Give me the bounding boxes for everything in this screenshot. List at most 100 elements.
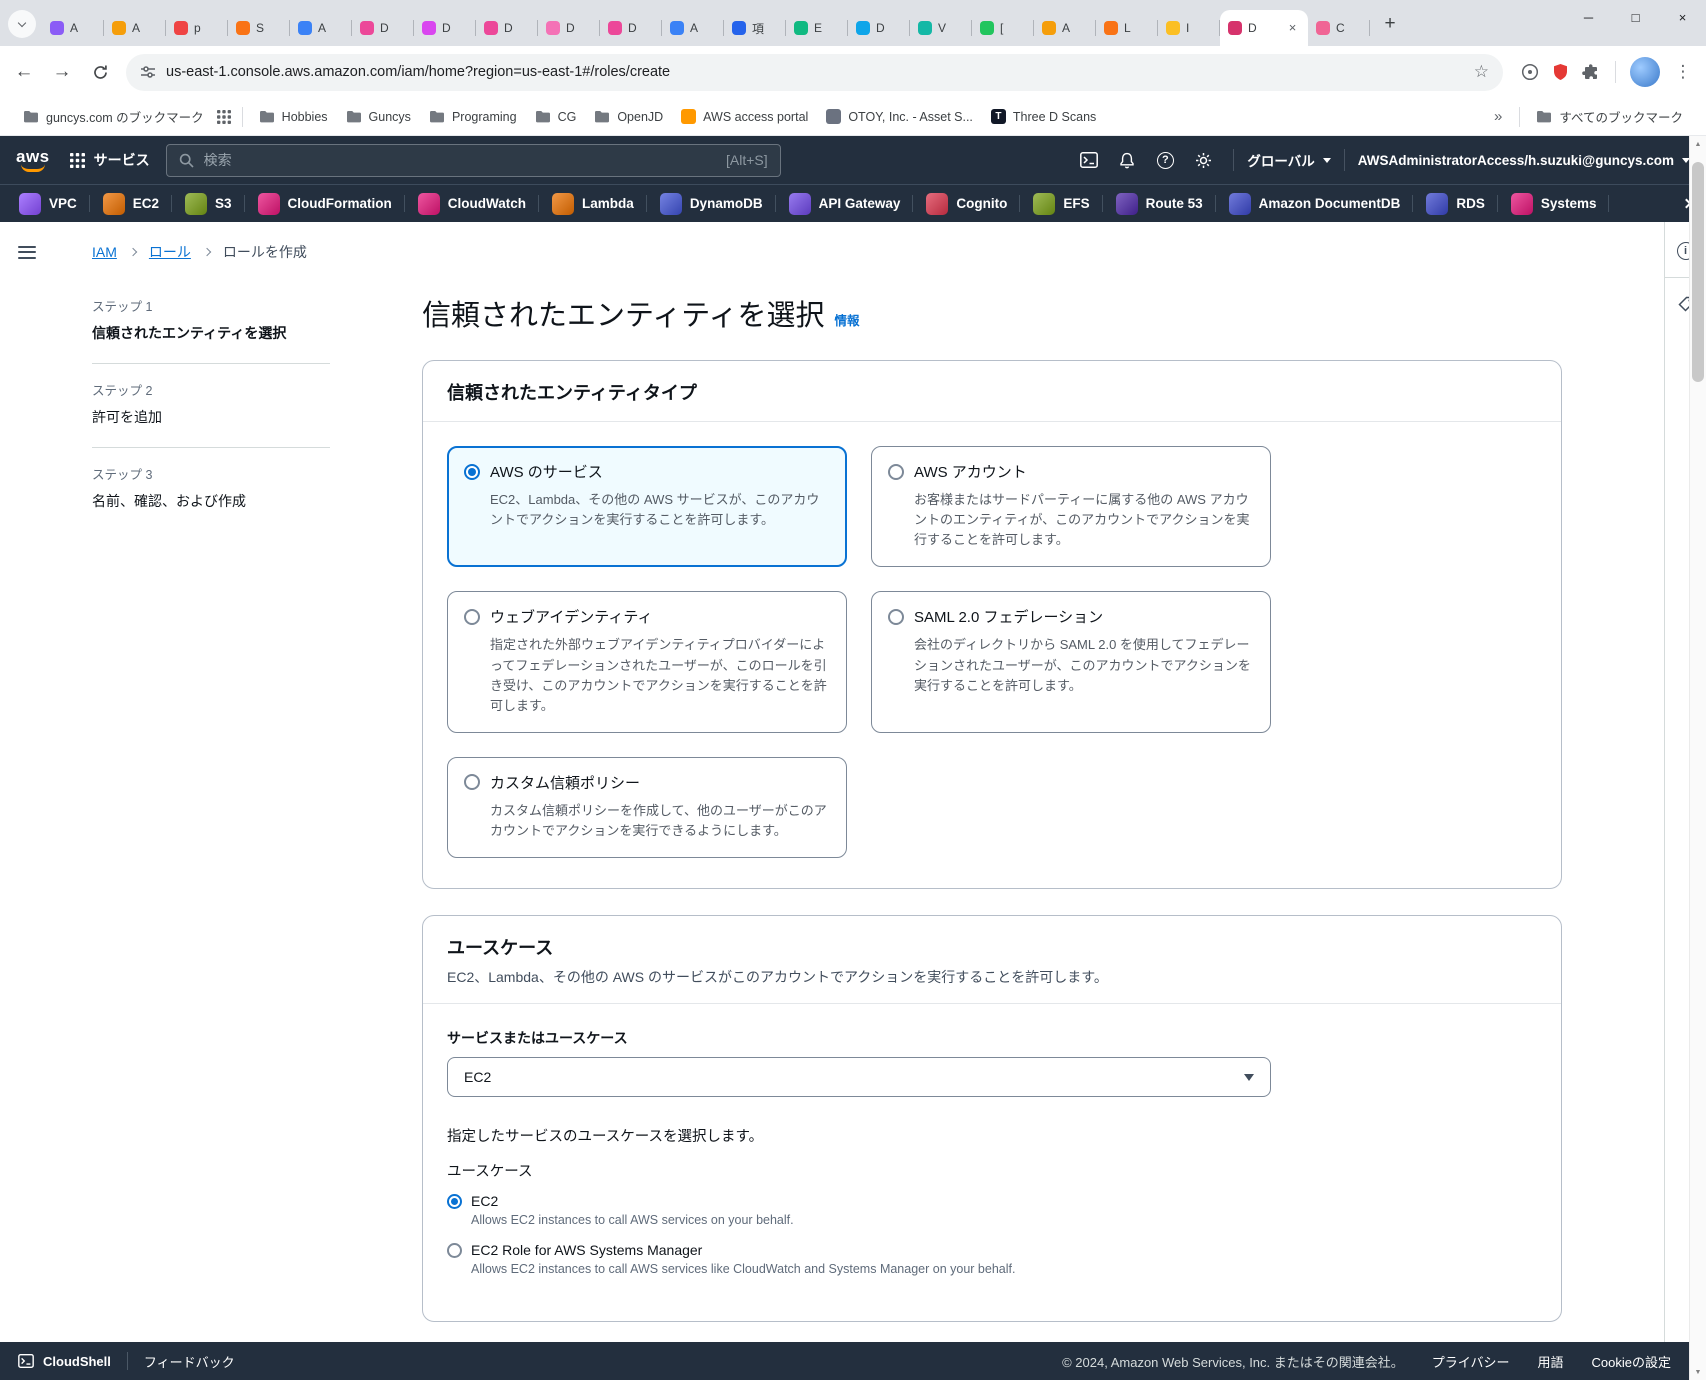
browser-tab[interactable]: L × xyxy=(1096,10,1158,46)
reload-button[interactable] xyxy=(82,54,118,90)
trusted-entity-option[interactable]: SAML 2.0 フェデレーション 会社のディレクトリから SAML 2.0 を… xyxy=(871,591,1271,733)
window-close-button[interactable]: × xyxy=(1659,0,1706,34)
region-selector[interactable]: グローバル xyxy=(1247,150,1331,170)
use-case-option[interactable]: EC2 Allows EC2 instances to call AWS ser… xyxy=(447,1193,1537,1227)
browser-tab[interactable]: D × xyxy=(1220,10,1308,46)
browser-tab[interactable]: D × xyxy=(414,10,476,46)
password-manager-icon[interactable] xyxy=(1521,63,1539,81)
radio-button[interactable] xyxy=(464,608,480,625)
bookmark-item[interactable]: OTOY, Inc. - Asset S... xyxy=(817,105,982,128)
browser-tab[interactable]: D × xyxy=(600,10,662,46)
service-shortcut[interactable]: API Gateway xyxy=(776,185,914,222)
step-1-item[interactable]: ステップ 1 信頼されたエンティティを選択 xyxy=(92,292,330,363)
browser-tab[interactable]: A × xyxy=(1034,10,1096,46)
service-shortcut[interactable]: DynamoDB xyxy=(647,185,776,222)
service-shortcut[interactable]: Amazon DocumentDB xyxy=(1216,185,1414,222)
service-shortcut[interactable]: CloudWatch xyxy=(405,185,540,222)
adblock-icon[interactable] xyxy=(1552,63,1569,81)
bookmark-item[interactable]: CG xyxy=(526,106,586,128)
bookmarks-overflow-icon[interactable]: » xyxy=(1484,108,1512,125)
browser-tab[interactable]: D × xyxy=(538,10,600,46)
sidebar-toggle-button[interactable] xyxy=(18,245,36,259)
notifications-bell-icon[interactable] xyxy=(1110,143,1144,177)
back-button[interactable]: ← xyxy=(6,54,42,90)
browser-tab[interactable]: I × xyxy=(1158,10,1220,46)
use-case-option[interactable]: EC2 Role for AWS Systems Manager Allows … xyxy=(447,1242,1537,1276)
bookmark-item[interactable]: Guncys xyxy=(337,106,420,128)
bookmark-item[interactable]: AWS access portal xyxy=(672,105,817,128)
account-menu[interactable]: AWSAdministratorAccess/h.suzuki@guncys.c… xyxy=(1358,153,1690,168)
site-settings-icon[interactable] xyxy=(140,64,156,80)
help-icon[interactable]: ? xyxy=(1148,143,1182,177)
all-bookmarks-button[interactable]: すべてのブックマーク xyxy=(1527,103,1692,130)
radio-button[interactable] xyxy=(447,1193,462,1209)
step-2-item[interactable]: ステップ 2 許可を追加 xyxy=(92,363,330,447)
address-bar[interactable]: us-east-1.console.aws.amazon.com/iam/hom… xyxy=(126,53,1503,91)
radio-button[interactable] xyxy=(888,608,904,625)
info-link[interactable]: 情報 xyxy=(835,310,860,329)
browser-tab[interactable]: A × xyxy=(104,10,166,46)
service-shortcut[interactable]: EFS xyxy=(1020,185,1103,222)
browser-tab[interactable]: D × xyxy=(476,10,538,46)
forward-button[interactable]: → xyxy=(44,54,80,90)
page-scrollbar[interactable]: ▲ ▼ xyxy=(1689,136,1706,1380)
bookmark-item[interactable]: OpenJD xyxy=(585,106,672,128)
window-minimize-button[interactable]: ─ xyxy=(1565,0,1612,34)
new-tab-button[interactable]: + xyxy=(1376,10,1404,38)
browser-tab[interactable]: C × xyxy=(1308,10,1370,46)
browser-menu-icon[interactable]: ⋮ xyxy=(1670,62,1696,82)
service-shortcut[interactable]: EC2 xyxy=(90,185,173,222)
feedback-link[interactable]: フィードバック xyxy=(144,1352,235,1371)
browser-tab[interactable]: S × xyxy=(228,10,290,46)
browser-tab[interactable]: V × xyxy=(910,10,972,46)
trusted-entity-option[interactable]: カスタム信頼ポリシー カスタム信頼ポリシーを作成して、他のユーザーがこのアカウン… xyxy=(447,756,847,859)
bookmark-item[interactable]: T Three D Scans xyxy=(982,105,1105,128)
browser-tab[interactable]: [ × xyxy=(972,10,1034,46)
console-search-input[interactable]: 検索 [Alt+S] xyxy=(165,143,781,177)
cookie-settings-link[interactable]: Cookieの設定 xyxy=(1592,1352,1671,1371)
trusted-entity-option[interactable]: ウェブアイデンティティ 指定された外部ウェブアイデンティティプロバイダーによって… xyxy=(447,591,847,733)
browser-tab[interactable]: A × xyxy=(42,10,104,46)
service-shortcut[interactable]: VPC xyxy=(6,185,90,222)
browser-tab[interactable]: p × xyxy=(166,10,228,46)
trusted-entity-option[interactable]: AWS アカウント お客様またはサードパーティーに属する他の AWS アカウント… xyxy=(871,446,1271,568)
service-shortcut[interactable]: Lambda xyxy=(539,185,647,222)
scroll-down-arrow[interactable]: ▼ xyxy=(1690,1364,1706,1380)
bookmark-item-root[interactable]: guncys.com のブックマーク xyxy=(14,103,213,130)
services-menu-button[interactable]: サービス xyxy=(69,150,150,170)
breadcrumb-roles-link[interactable]: ロール xyxy=(149,242,191,262)
cloudshell-icon[interactable] xyxy=(1072,143,1106,177)
apps-grid-icon[interactable] xyxy=(216,109,231,124)
step-3-item[interactable]: ステップ 3 名前、確認、および作成 xyxy=(92,447,330,531)
bookmark-item[interactable]: Programing xyxy=(420,106,526,128)
browser-tab[interactable]: A × xyxy=(662,10,724,46)
terms-link[interactable]: 用語 xyxy=(1538,1352,1564,1371)
service-shortcut[interactable]: Cognito xyxy=(913,185,1021,222)
service-shortcut[interactable]: S3 xyxy=(172,185,245,222)
service-shortcut[interactable]: CloudFormation xyxy=(245,185,406,222)
bookmark-star-icon[interactable]: ☆ xyxy=(1474,62,1489,82)
browser-tab[interactable]: 項 × xyxy=(724,10,786,46)
browser-tab[interactable]: D × xyxy=(352,10,414,46)
service-select[interactable]: EC2 xyxy=(447,1057,1271,1098)
radio-button[interactable] xyxy=(888,463,904,480)
settings-gear-icon[interactable] xyxy=(1186,143,1220,177)
radio-button[interactable] xyxy=(464,463,480,480)
browser-tab[interactable]: D × xyxy=(848,10,910,46)
breadcrumb-iam-link[interactable]: IAM xyxy=(92,244,117,260)
aws-logo[interactable]: aws xyxy=(16,148,50,172)
tab-search-button[interactable] xyxy=(8,10,36,38)
radio-button[interactable] xyxy=(447,1242,462,1258)
service-shortcut[interactable]: Systems xyxy=(1498,185,1610,222)
trusted-entity-option[interactable]: AWS のサービス EC2、Lambda、その他の AWS サービスが、このアカ… xyxy=(447,446,847,568)
privacy-link[interactable]: プライバシー xyxy=(1432,1352,1510,1371)
url-text[interactable]: us-east-1.console.aws.amazon.com/iam/hom… xyxy=(166,64,1464,80)
radio-button[interactable] xyxy=(464,774,480,791)
scrollbar-thumb[interactable] xyxy=(1692,162,1704,382)
cloudshell-button[interactable]: CloudShell xyxy=(18,1354,111,1369)
bookmark-item[interactable]: Hobbies xyxy=(250,106,337,128)
window-maximize-button[interactable]: □ xyxy=(1612,0,1659,34)
service-shortcut[interactable]: Route 53 xyxy=(1103,185,1216,222)
extensions-icon[interactable] xyxy=(1582,63,1599,81)
tab-close-icon[interactable]: × xyxy=(1285,20,1300,36)
